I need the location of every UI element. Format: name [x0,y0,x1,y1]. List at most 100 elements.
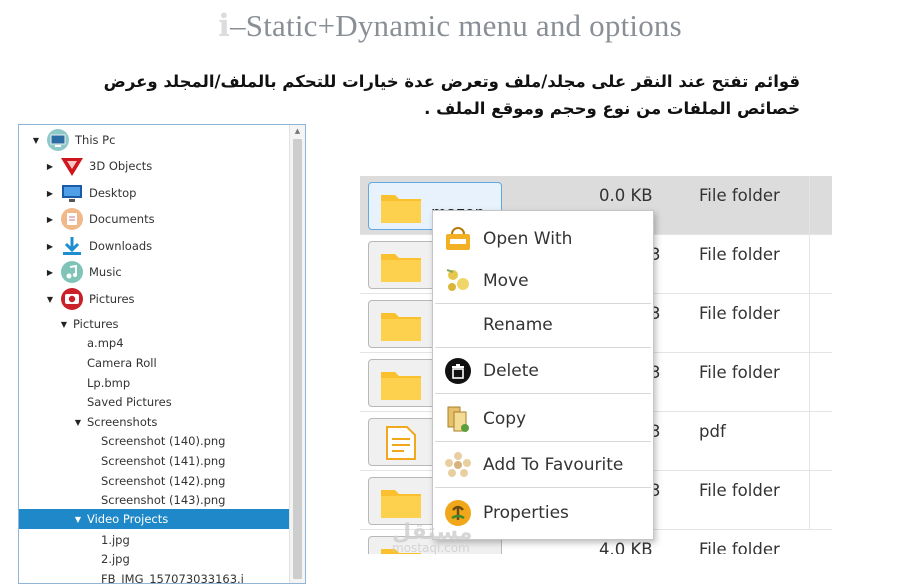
tree-label: a.mp4 [87,336,124,350]
column-divider [809,235,810,294]
tree-item[interactable]: 2.jpg [19,548,290,570]
menu-separator [435,303,651,304]
tree-label: Music [89,265,122,279]
file-type: File folder [699,304,780,323]
move-icon [433,261,483,301]
file-type: pdf [699,422,726,441]
menu-item-add-to-favourite[interactable]: Add To Favourite [433,445,653,485]
tree-item[interactable]: Screenshot (143).png [19,489,290,511]
menu-label: Move [483,271,529,291]
file-size: 4.0 KB [599,540,653,554]
column-divider [809,471,810,530]
tree-item-music[interactable]: ▶ Music [19,259,290,285]
copy-icon [433,399,483,439]
tree-label: Documents [89,212,155,226]
tree-label: Camera Roll [87,356,157,370]
tree-item-documents[interactable]: ▶ Documents [19,206,290,232]
collapsed-caret-icon[interactable]: ▶ [45,268,55,277]
folder-icon [379,189,423,229]
page-title: ℹ–Static+Dynamic menu and options [0,8,900,44]
expand-caret-icon[interactable]: ▼ [31,136,41,145]
column-divider [809,176,810,235]
pictures-icon [59,288,85,310]
favourite-icon [433,445,483,485]
menu-item-copy[interactable]: Copy [433,399,653,439]
menu-separator [435,347,651,348]
tree-label: Screenshots [87,415,158,429]
collapsed-caret-icon[interactable]: ▶ [45,215,55,224]
desktop-icon [59,182,85,204]
expand-caret-icon[interactable]: ▼ [45,295,55,304]
column-divider [809,294,810,353]
menu-label: Add To Favourite [483,455,624,475]
tree-item-pictures[interactable]: ▼ Pictures [19,286,290,312]
file-type: File folder [699,540,780,554]
folder-tree[interactable]: ▼ This Pc ▶ 3D Objects ▶ Desktop ▶ Docum… [18,124,306,584]
computer-icon [45,129,71,151]
folder-icon [379,366,423,406]
tree-item[interactable]: Camera Roll [19,352,290,374]
scrollbar-thumb[interactable] [293,139,302,579]
folder-icon [379,248,423,288]
tree-item[interactable]: Screenshot (141).png [19,450,290,472]
tree-label: Screenshot (143).png [101,493,226,507]
menu-separator [435,487,651,488]
tree-item[interactable]: FB_IMG_157073033163.j [19,568,290,584]
tree-label: 2.jpg [101,552,130,566]
tree-item-desktop[interactable]: ▶ Desktop [19,180,290,206]
downloads-icon [59,235,85,257]
tree-item-downloads[interactable]: ▶ Downloads [19,233,290,259]
collapsed-caret-icon[interactable]: ▶ [45,162,55,171]
tree-label: 1.jpg [101,533,130,547]
tree-label: Desktop [89,186,137,200]
menu-label: Delete [483,361,539,381]
menu-item-rename[interactable]: Rename [433,305,653,345]
tree-item[interactable]: Saved Pictures [19,391,290,413]
expand-caret-icon[interactable]: ▼ [59,320,69,329]
watermark-site: mostaql.com [392,541,470,555]
file-type: File folder [699,186,780,205]
tree-label: Saved Pictures [87,395,172,409]
folder-icon [379,484,423,524]
menu-label: Copy [483,409,527,429]
tree-label: This Pc [75,133,116,147]
column-divider [809,353,810,412]
folder-icon [379,307,423,347]
open-with-icon [433,219,483,259]
column-divider [809,412,810,471]
collapsed-caret-icon[interactable]: ▶ [45,189,55,198]
tree-scrollbar[interactable]: ▲ [289,125,305,583]
menu-separator [435,393,651,394]
menu-item-delete[interactable]: Delete [433,351,653,391]
expand-caret-icon[interactable]: ▼ [73,418,83,427]
tree-item[interactable]: a.mp4 [19,332,290,354]
tree-item-3d-objects[interactable]: ▶ 3D Objects [19,153,290,179]
title-text: –Static+Dynamic menu and options [230,8,682,43]
file-size: 0.0 KB [599,186,653,205]
scroll-up-icon[interactable]: ▲ [290,125,305,138]
menu-label: Open With [483,229,573,249]
tree-label: FB_IMG_157073033163.j [101,572,244,584]
tree-label: Screenshot (140).png [101,434,226,448]
tree-label: Pictures [89,292,135,306]
tree-item-video-projects[interactable]: ▼ Video Projects [19,509,290,529]
file-type: File folder [699,363,780,382]
tree-item-this-pc[interactable]: ▼ This Pc [19,127,290,153]
menu-item-move[interactable]: Move [433,261,653,301]
tree-label: 3D Objects [89,159,153,173]
tree-label: Lp.bmp [87,376,131,390]
3d-objects-icon [59,155,85,177]
menu-label: Rename [483,315,553,335]
description-text: قوائم تفتح عند النقر على مجلد/ملف وتعرض … [103,72,800,118]
collapsed-caret-icon[interactable]: ▶ [45,242,55,251]
file-type: File folder [699,481,780,500]
tree-item[interactable]: Screenshot (140).png [19,430,290,452]
file-type: File folder [699,245,780,264]
context-menu[interactable]: Open With Move Rename Delete Copy Add To… [432,210,654,540]
menu-label: Properties [483,503,569,523]
watermark: مستقل mostaql.com [392,520,472,555]
tree-label: Downloads [89,239,153,253]
expand-caret-icon[interactable]: ▼ [73,515,83,524]
music-icon [59,261,85,283]
menu-item-open-with[interactable]: Open With [433,219,653,259]
